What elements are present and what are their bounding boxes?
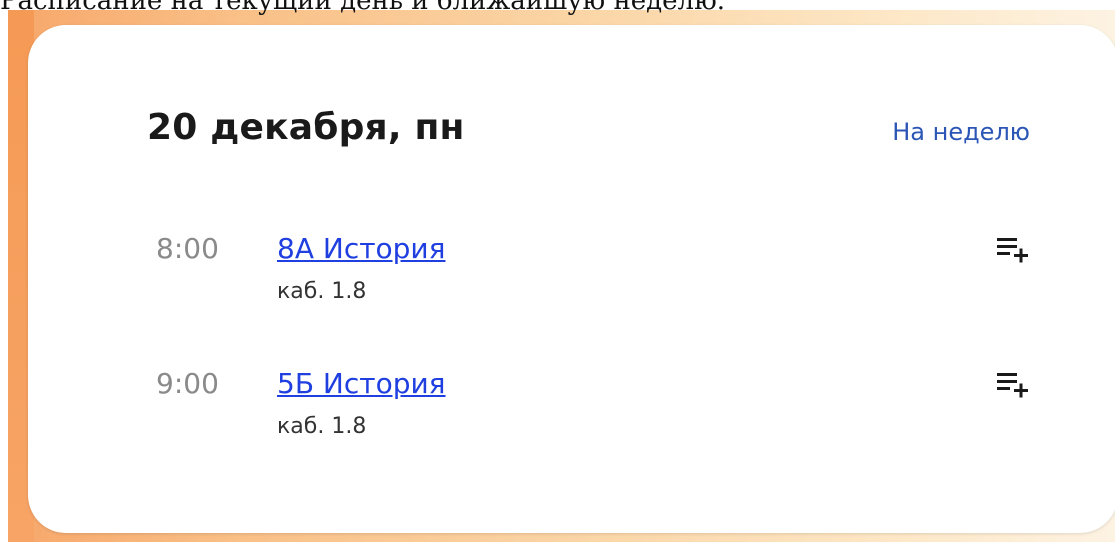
- lesson-subject-link[interactable]: 5Б История: [277, 367, 446, 400]
- week-schedule-link[interactable]: На неделю: [892, 118, 1030, 146]
- page: Расписание на текущий день и ближайшую н…: [0, 0, 1115, 542]
- caption-text: Расписание на текущий день и ближайшую н…: [0, 0, 725, 16]
- lesson-subject-link[interactable]: 8А История: [277, 232, 445, 265]
- lesson-item: 8:00 8А История каб. 1.8: [156, 232, 1036, 322]
- lesson-time: 9:00: [156, 367, 219, 400]
- schedule-date-title: 20 декабря, пн: [147, 107, 465, 148]
- lesson-room: каб. 1.8: [277, 279, 367, 304]
- playlist-add-icon[interactable]: [996, 234, 1036, 270]
- schedule-card: 20 декабря, пн На неделю 8:00 8А История…: [28, 25, 1115, 533]
- lesson-item: 9:00 5Б История каб. 1.8: [156, 367, 1036, 457]
- lesson-room: каб. 1.8: [277, 414, 367, 439]
- playlist-add-icon[interactable]: [996, 369, 1036, 405]
- lesson-time: 8:00: [156, 232, 219, 265]
